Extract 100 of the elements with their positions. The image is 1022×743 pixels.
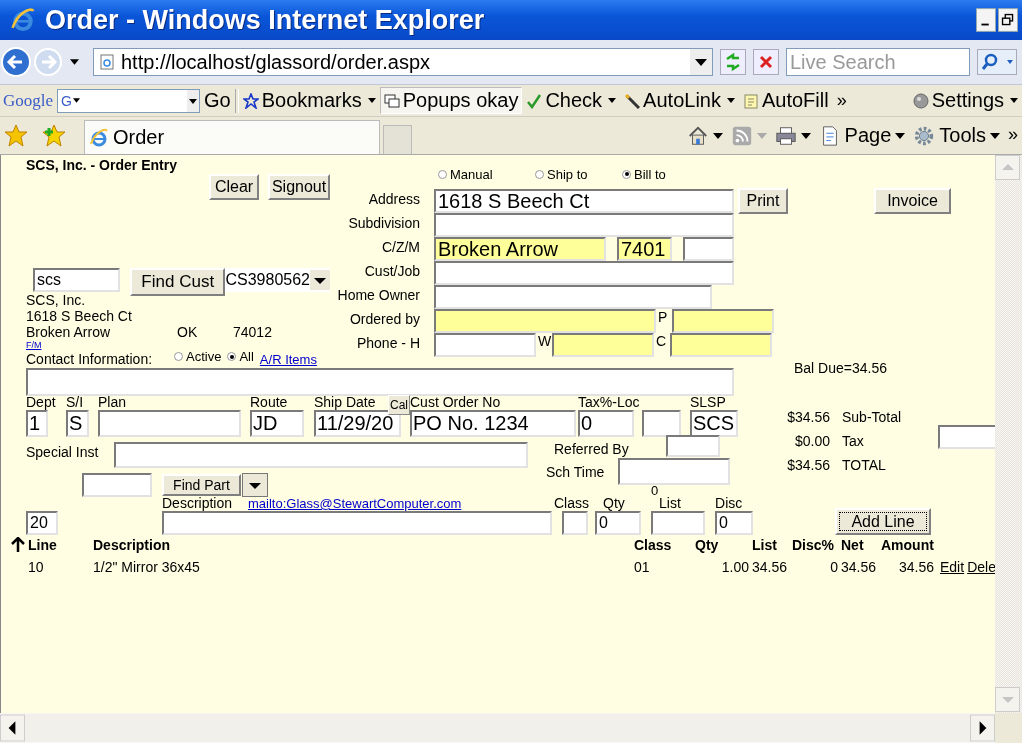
minimize-button[interactable] [976, 7, 996, 33]
text-field[interactable]: 0 [578, 410, 634, 437]
address-source-radio[interactable]: Bill to [622, 166, 666, 182]
add-line-button[interactable]: Add Line [835, 508, 931, 535]
field-label: Route [250, 395, 288, 409]
list-price-field[interactable] [651, 511, 705, 535]
dropdown-button[interactable] [187, 89, 200, 112]
dropdown-button[interactable] [310, 270, 330, 290]
text-field[interactable]: 7401 [617, 237, 672, 261]
dropdown-button[interactable] [690, 49, 712, 75]
radio-circle[interactable] [227, 352, 237, 361]
command-menu[interactable]: Page [818, 124, 906, 147]
text-field[interactable] [434, 261, 734, 285]
text-field[interactable]: JD [250, 410, 304, 437]
toolbar-search-field[interactable]: G [57, 88, 201, 113]
toolbar-overflow[interactable]: » [836, 90, 847, 111]
toolbar-button[interactable]: AutoLink [620, 87, 739, 114]
ar-items-link[interactable]: A/R Items [259, 352, 317, 367]
part-search-field[interactable] [82, 473, 152, 497]
print-button[interactable]: Print [738, 188, 788, 214]
print-button[interactable] [774, 124, 811, 147]
row-action-link[interactable]: Dele [967, 559, 995, 575]
radio-circle[interactable] [174, 352, 183, 361]
text-field[interactable]: 1618 S Beech Ct [434, 189, 734, 213]
text-field[interactable] [434, 285, 712, 309]
address-field[interactable]: http://localhost/glassord/order.aspx [93, 48, 713, 76]
restore-button[interactable] [998, 7, 1018, 33]
address-source-radio[interactable]: Manual [438, 166, 535, 182]
toolbar-button[interactable]: Bookmarks [238, 87, 380, 114]
text-field[interactable]: 11/29/20 [314, 410, 401, 437]
scroll-left-button[interactable] [0, 714, 25, 742]
toolbar-button[interactable]: AutoFill [738, 87, 833, 114]
text-field[interactable] [683, 237, 734, 261]
go-button[interactable]: Go [200, 87, 235, 114]
caret-icon[interactable] [72, 98, 80, 103]
text-field[interactable]: Broken Arrow [434, 237, 606, 261]
browser-tab[interactable]: Order [84, 120, 380, 154]
text-field[interactable] [562, 511, 588, 535]
search-field[interactable]: Live Search [786, 48, 970, 76]
toolbar-button[interactable]: Popups okay [379, 87, 523, 114]
dropdown-button[interactable] [242, 473, 268, 497]
text-field[interactable]: 1 [26, 410, 48, 437]
stop-button[interactable] [753, 49, 779, 75]
command-overflow[interactable]: » [1008, 124, 1018, 145]
field-label: Referred By [554, 441, 630, 457]
quantity-field[interactable]: 0 [595, 511, 641, 535]
text-field[interactable] [434, 213, 734, 237]
star-icon[interactable] [4, 123, 28, 148]
row-action-link[interactable]: Edit [940, 559, 965, 575]
text-field[interactable] [98, 410, 241, 437]
text-field[interactable] [434, 309, 656, 333]
text-field[interactable] [670, 333, 772, 357]
discount-field[interactable]: 0 [715, 511, 753, 535]
tax-field[interactable] [938, 425, 995, 449]
up-arrow-icon[interactable] [11, 537, 25, 553]
text-field[interactable] [552, 333, 654, 357]
text-field[interactable]: S [66, 410, 89, 437]
status-radio[interactable]: Active [174, 349, 222, 364]
command-menu[interactable]: Tools [913, 124, 1000, 147]
line-number-field[interactable]: 20 [26, 511, 58, 535]
caret-icon [726, 98, 735, 103]
text-field[interactable] [618, 458, 730, 485]
text-field[interactable]: PO No. 1234 [410, 410, 576, 437]
signout-button[interactable]: Signout [268, 174, 330, 200]
field-label: List [658, 496, 682, 511]
column-header: Qty [695, 537, 720, 553]
text-field[interactable]: SCS [690, 410, 738, 437]
find-part-button[interactable]: Find Part [162, 474, 241, 496]
caret-icon[interactable] [70, 59, 79, 65]
invoice-button[interactable]: Invoice [874, 188, 951, 214]
back-button[interactable] [0, 46, 32, 78]
table-cell-text: 10 [28, 559, 45, 575]
scroll-right-button[interactable] [970, 714, 995, 742]
customer-select[interactable]: CS3980562 [225, 268, 330, 292]
radio-circle[interactable] [438, 169, 447, 179]
text-field[interactable] [642, 410, 681, 437]
find-customer-button[interactable]: Find Cust [130, 268, 226, 296]
special-instructions-field[interactable] [114, 442, 528, 468]
home-button[interactable] [686, 124, 723, 147]
refresh-button[interactable] [720, 49, 746, 75]
toolbar-button[interactable]: Check [522, 87, 621, 114]
settings-menu[interactable]: Settings [908, 87, 1022, 114]
radio-circle[interactable] [622, 169, 631, 179]
search-button[interactable] [977, 49, 1017, 75]
add-favorite-icon[interactable] [42, 123, 66, 148]
address-source-radio[interactable]: Ship to [535, 166, 622, 182]
radio-circle[interactable] [535, 169, 544, 179]
clear-button[interactable]: Clear [209, 174, 260, 200]
contact-field[interactable] [26, 368, 734, 396]
status-radio[interactable]: All [227, 349, 254, 364]
total-label: Tax [842, 433, 865, 449]
description-field[interactable] [162, 511, 552, 535]
character-count: 0 [651, 485, 660, 497]
text-field[interactable] [672, 309, 774, 333]
email-link[interactable]: mailto:Glass@StewartComputer.com [248, 496, 462, 511]
fm-link[interactable]: F/M [26, 341, 42, 349]
customer-search-field[interactable]: scs [33, 268, 120, 292]
table-cell-text: 1.00 [720, 559, 750, 575]
text-field[interactable] [434, 333, 536, 357]
text-field[interactable] [666, 435, 720, 457]
